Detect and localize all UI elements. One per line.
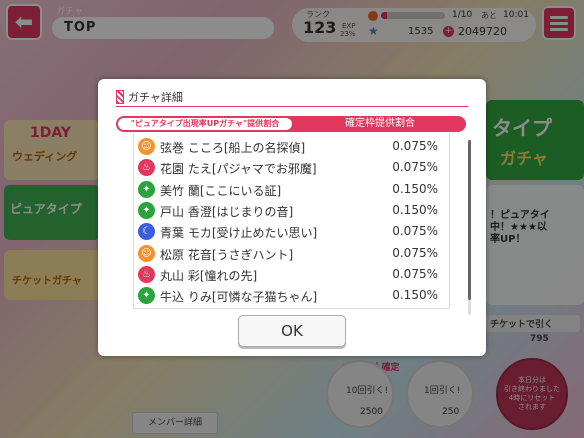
rate-row: ✦ 戸山 香澄[はじまりの音] 0.150% <box>136 200 446 221</box>
stripe-icon <box>116 90 124 104</box>
powerful-attribute-icon: ♨ <box>138 265 155 283</box>
member-name: 弦巻 こころ[船上の名探偵] <box>160 141 306 155</box>
member-name: 青葉 モカ[受け止めたい思い] <box>160 226 318 241</box>
member-name: 松原 花音[うさぎハント] <box>160 247 294 262</box>
title-divider <box>116 106 468 107</box>
rate-row: ✦ 美竹 蘭[ここにいる証] 0.150% <box>136 179 446 200</box>
pure-attribute-icon: ✦ <box>138 287 155 305</box>
happy-attribute-icon: ☺ <box>138 138 155 155</box>
member-name: 丸山 彩[憧れの先] <box>160 268 258 283</box>
member-rate: 0.075% <box>392 139 438 153</box>
member-name: 牛込 りみ[可憐な子猫ちゃん] <box>160 290 318 305</box>
pure-attribute-icon: ✦ <box>138 201 155 219</box>
member-name: 花園 たえ[パジャマでお邪魔] <box>160 162 317 177</box>
rate-row: ✦ 牛込 りみ[可憐な子猫ちゃん] 0.150% <box>136 285 446 306</box>
member-rate: 0.150% <box>392 181 438 196</box>
dialog-title: ガチャ詳細 <box>128 91 183 104</box>
happy-attribute-icon: ☺ <box>138 244 155 262</box>
ok-button[interactable]: OK <box>238 315 346 347</box>
rate-row: ♨ 丸山 彩[憧れの先] 0.075% <box>136 264 446 285</box>
cool-attribute-icon: ☾ <box>138 223 155 241</box>
rate-row: ☺ 弦巻 こころ[船上の名探偵] 0.075% <box>136 136 446 157</box>
member-rate: 0.075% <box>392 245 438 260</box>
rate-row: ☾ 青葉 モカ[受け止めたい思い] 0.075% <box>136 221 446 242</box>
tab-rate[interactable]: "ピュアタイプ出現率UPガチャ"提供割合 <box>118 118 292 130</box>
member-name: 戸山 香澄[はじまりの音] <box>160 204 294 219</box>
member-rate: 0.150% <box>392 288 438 303</box>
member-name: 美竹 蘭[ここにいる証] <box>160 183 282 198</box>
member-rate: 0.150% <box>392 202 438 217</box>
member-rate: 0.075% <box>392 224 438 239</box>
powerful-attribute-icon: ♨ <box>138 159 155 177</box>
scrollbar-thumb[interactable] <box>468 140 471 300</box>
member-rate: 0.075% <box>392 266 438 281</box>
member-rate: 0.075% <box>392 160 438 175</box>
tab-guaranteed-rate[interactable]: 確定枠提供割合 <box>294 116 466 132</box>
rate-row: ☺ 松原 花音[うさぎハント] 0.075% <box>136 243 446 264</box>
pure-attribute-icon: ✦ <box>138 180 155 198</box>
rate-row: ♨ 花園 たえ[パジャマでお邪魔] 0.075% <box>136 157 446 178</box>
